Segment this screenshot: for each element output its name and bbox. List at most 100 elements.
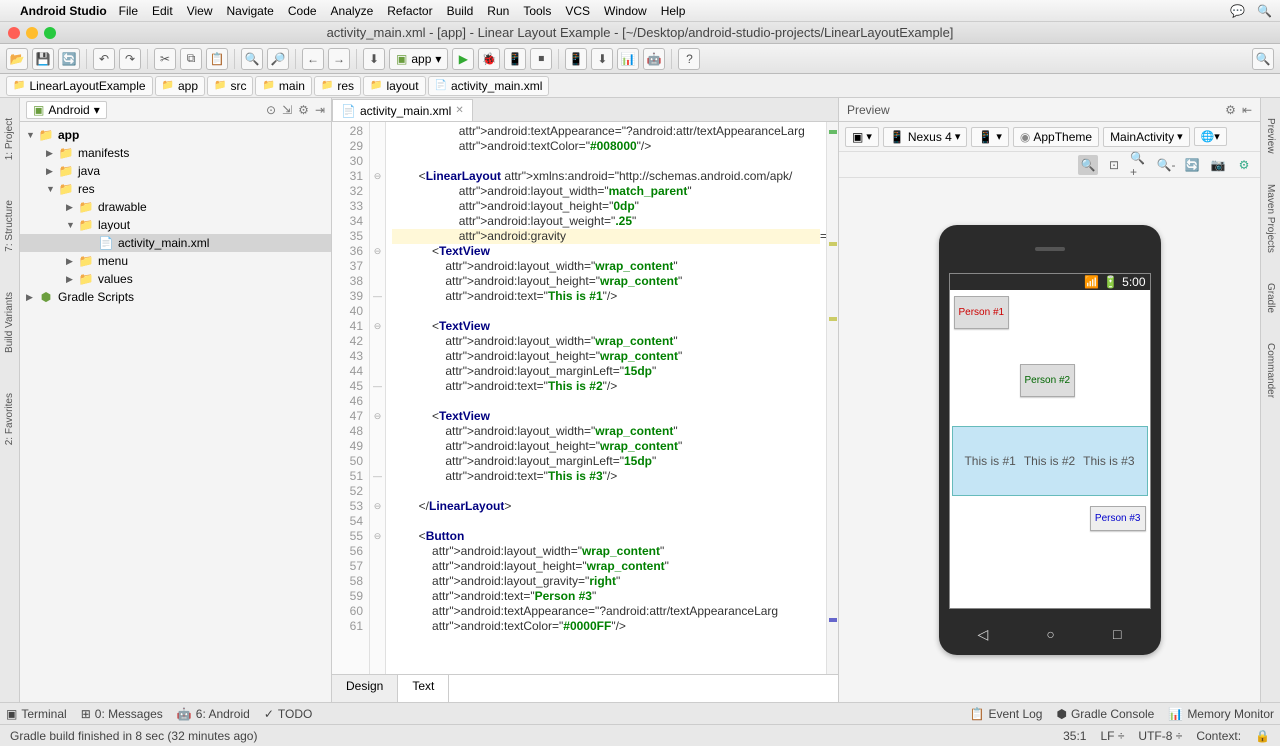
gear-icon[interactable]: ⚙: [298, 103, 309, 117]
tab-messages[interactable]: ⊞0: Messages: [81, 707, 163, 721]
menu-file[interactable]: File: [119, 4, 138, 18]
tab-favorites[interactable]: 2: Favorites: [4, 393, 15, 445]
find-icon[interactable]: 🔍: [241, 48, 263, 70]
save-icon[interactable]: 💾: [32, 48, 54, 70]
sdk-manager-icon[interactable]: ⬇: [591, 48, 613, 70]
hide-icon[interactable]: ⇥: [315, 103, 325, 117]
tab-event-log[interactable]: 📋Event Log: [969, 707, 1042, 721]
android-device-icon[interactable]: 🤖: [643, 48, 665, 70]
sync-icon[interactable]: 🔄: [58, 48, 80, 70]
tab-commander[interactable]: Commander: [1265, 343, 1276, 398]
forward-icon[interactable]: →: [328, 48, 350, 70]
crumb-app[interactable]: 📁app: [155, 76, 205, 96]
crumb-main[interactable]: 📁main: [255, 76, 311, 96]
zoom-out-icon[interactable]: 🔍-: [1156, 155, 1176, 175]
back-icon[interactable]: ←: [302, 48, 324, 70]
project-view-dropdown[interactable]: ▣ Android ▾: [26, 101, 107, 119]
context-label[interactable]: Context:: [1196, 729, 1241, 743]
menu-view[interactable]: View: [187, 4, 213, 18]
zoom-window-button[interactable]: [44, 27, 56, 39]
orientation-dropdown[interactable]: 📱▾: [971, 127, 1008, 147]
render-dropdown[interactable]: ▣▾: [845, 127, 879, 147]
scroll-from-source-icon[interactable]: ⊙: [266, 103, 276, 117]
menu-help[interactable]: Help: [661, 4, 686, 18]
marker-bar[interactable]: [826, 122, 838, 674]
text-tab[interactable]: Text: [398, 675, 449, 702]
attach-debugger-icon[interactable]: 📱: [504, 48, 526, 70]
cut-icon[interactable]: ✂: [154, 48, 176, 70]
locale-dropdown[interactable]: 🌐▾: [1194, 127, 1227, 146]
fold-gutter[interactable]: ⊖ ⊖ — ⊖ — ⊖ — ⊖ ⊖: [370, 122, 386, 674]
gear-icon[interactable]: ⚙: [1225, 103, 1236, 117]
design-tab[interactable]: Design: [332, 675, 398, 702]
tab-build-variants[interactable]: Build Variants: [4, 292, 15, 353]
tab-structure[interactable]: 7: Structure: [4, 200, 15, 252]
minimize-window-button[interactable]: [26, 27, 38, 39]
zoom-fit-icon[interactable]: 🔍: [1078, 155, 1098, 175]
search-icon[interactable]: 🔍: [1257, 4, 1272, 18]
zoom-actual-icon[interactable]: ⊡: [1104, 155, 1124, 175]
tab-android[interactable]: 🤖6: Android: [177, 707, 250, 721]
stop-icon[interactable]: ⏹: [530, 48, 552, 70]
menu-refactor[interactable]: Refactor: [387, 4, 432, 18]
refresh-icon[interactable]: 🔄: [1182, 155, 1202, 175]
tab-gradle[interactable]: Gradle: [1265, 283, 1276, 313]
run-configuration-dropdown[interactable]: ▣ app ▾: [389, 48, 448, 70]
tab-preview[interactable]: Preview: [1265, 118, 1276, 154]
zoom-in-icon[interactable]: 🔍+: [1130, 155, 1150, 175]
redo-icon[interactable]: ↷: [119, 48, 141, 70]
screenshot-icon[interactable]: 📷: [1208, 155, 1228, 175]
theme-dropdown[interactable]: ◉AppTheme: [1013, 127, 1099, 147]
undo-icon[interactable]: ↶: [93, 48, 115, 70]
menu-run[interactable]: Run: [487, 4, 509, 18]
settings-icon[interactable]: ⚙: [1234, 155, 1254, 175]
tab-todo[interactable]: ✓TODO: [264, 707, 313, 721]
crumb-file[interactable]: 📄activity_main.xml: [428, 76, 550, 96]
tab-terminal[interactable]: ▣Terminal: [6, 707, 67, 721]
help-icon[interactable]: ?: [678, 48, 700, 70]
encoding[interactable]: UTF-8 ÷: [1138, 729, 1182, 743]
lock-icon[interactable]: 🔒: [1255, 729, 1270, 743]
crumb-project[interactable]: 📁LinearLayoutExample: [6, 76, 153, 96]
tab-project[interactable]: 1: Project: [4, 118, 15, 160]
replace-icon[interactable]: 🔎: [267, 48, 289, 70]
make-icon[interactable]: ⬇: [363, 48, 385, 70]
run-button[interactable]: ▶: [452, 48, 474, 70]
crumb-res[interactable]: 📁res: [314, 76, 361, 96]
menu-code[interactable]: Code: [288, 4, 317, 18]
menu-vcs[interactable]: VCS: [565, 4, 590, 18]
menu-navigate[interactable]: Navigate: [226, 4, 273, 18]
tab-memory[interactable]: 📊Memory Monitor: [1168, 707, 1274, 721]
copy-icon[interactable]: ⧉: [180, 48, 202, 70]
menu-edit[interactable]: Edit: [152, 4, 173, 18]
menu-analyze[interactable]: Analyze: [331, 4, 374, 18]
activity-dropdown[interactable]: MainActivity▾: [1103, 127, 1190, 147]
search-everywhere-icon[interactable]: 🔍: [1252, 48, 1274, 70]
open-icon[interactable]: 📂: [6, 48, 28, 70]
notification-icon[interactable]: 💬: [1230, 4, 1245, 18]
project-tree[interactable]: ▼📁app ▶📁manifests ▶📁java ▼📁res ▶📁drawabl…: [20, 122, 331, 702]
menu-build[interactable]: Build: [447, 4, 474, 18]
editor-tab-activity-main[interactable]: 📄 activity_main.xml ✕: [332, 99, 473, 121]
device-dropdown[interactable]: 📱Nexus 4▾: [883, 127, 968, 147]
hide-icon[interactable]: ⇤: [1242, 103, 1252, 117]
debug-button[interactable]: 🐞: [478, 48, 500, 70]
avd-manager-icon[interactable]: 📱: [565, 48, 587, 70]
crumb-src[interactable]: 📁src: [207, 76, 253, 96]
tab-maven[interactable]: Maven Projects: [1265, 184, 1276, 253]
crumb-layout[interactable]: 📁layout: [363, 76, 425, 96]
menu-window[interactable]: Window: [604, 4, 647, 18]
ddms-icon[interactable]: 📊: [617, 48, 639, 70]
collapse-all-icon[interactable]: ⇲: [282, 103, 292, 117]
paste-icon[interactable]: 📋: [206, 48, 228, 70]
menu-tools[interactable]: Tools: [523, 4, 551, 18]
line-separator[interactable]: LF ÷: [1100, 729, 1124, 743]
caret-position[interactable]: 35:1: [1063, 729, 1086, 743]
tab-gradle-console[interactable]: ⬢Gradle Console: [1056, 707, 1154, 721]
close-tab-icon[interactable]: ✕: [455, 105, 463, 116]
code-editor[interactable]: attr">android:textAppearance="?android:a…: [386, 122, 826, 674]
preview-button-person3: Person #3: [1090, 506, 1146, 531]
close-window-button[interactable]: [8, 27, 20, 39]
editor-body[interactable]: 28 29 30 31 32 33 34 35 36 37 38 39 40 4…: [332, 122, 838, 674]
back-icon: ◁: [978, 626, 989, 643]
